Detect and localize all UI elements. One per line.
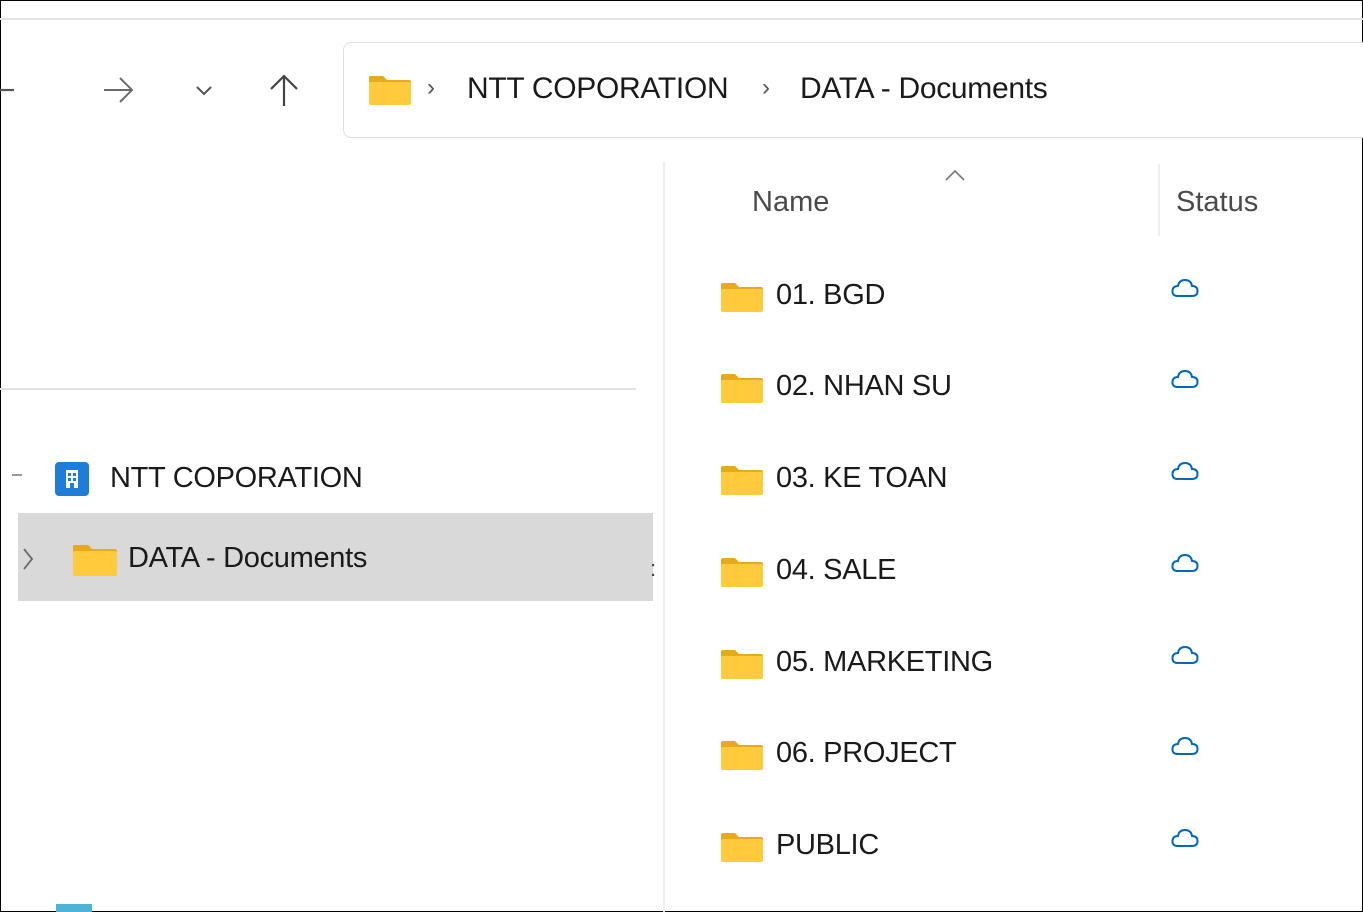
- breadcrumb-separator[interactable]: ›: [762, 74, 770, 102]
- file-name: 01. BGD: [776, 279, 886, 311]
- file-row[interactable]: 04. SALE: [700, 537, 1360, 607]
- cloud-icon: [1171, 369, 1199, 388]
- folder-icon: [721, 741, 763, 770]
- file-name: 06. PROJECT: [776, 737, 957, 769]
- sharepoint-site-icon: [55, 462, 89, 496]
- title-bar-edge: [0, 18, 1363, 20]
- file-row[interactable]: 05. MARKETING: [700, 629, 1360, 699]
- file-row[interactable]: 02. NHAN SU: [700, 353, 1360, 423]
- folder-icon: [721, 374, 763, 403]
- folder-icon: [721, 833, 763, 862]
- recent-locations-button[interactable]: [188, 74, 220, 106]
- file-row[interactable]: PUBLIC: [700, 812, 1360, 882]
- folder-icon: [721, 650, 763, 679]
- nav-item-label: DATA - Documents: [128, 542, 368, 574]
- cloud-icon: [1171, 828, 1199, 847]
- back-button[interactable]: [0, 70, 40, 110]
- file-row[interactable]: 01. BGD: [700, 262, 1360, 332]
- partial-icon: [56, 904, 92, 912]
- folder-icon: [721, 558, 763, 587]
- column-header-status[interactable]: Status: [1176, 186, 1258, 219]
- up-button[interactable]: [262, 68, 306, 112]
- breadcrumb-separator[interactable]: ›: [427, 74, 435, 102]
- file-row[interactable]: 06. PROJECT: [700, 720, 1360, 790]
- folder-icon: [73, 545, 117, 576]
- chevron-right-icon[interactable]: [20, 545, 36, 573]
- file-name: PUBLIC: [776, 829, 879, 861]
- column-header-name[interactable]: Name: [752, 186, 829, 219]
- nav-item-ntt-coporation[interactable]: NTT COPORATION: [110, 462, 363, 495]
- breadcrumb-ntt-coporation[interactable]: NTT COPORATION: [467, 72, 729, 106]
- tree-expander: [12, 474, 22, 476]
- cloud-icon: [1171, 736, 1199, 755]
- cloud-icon: [1171, 553, 1199, 572]
- folder-icon: [721, 283, 763, 312]
- column-separator[interactable]: [1158, 164, 1160, 236]
- file-name: 05. MARKETING: [776, 646, 993, 678]
- up-arrow-icon: [270, 74, 298, 106]
- file-name: 03. KE TOAN: [776, 462, 948, 494]
- chevron-down-icon: [196, 86, 212, 96]
- sort-ascending-icon: [945, 169, 965, 181]
- forward-button[interactable]: [96, 70, 140, 110]
- folder-icon: [721, 466, 763, 495]
- file-row[interactable]: 03. KE TOAN: [700, 445, 1360, 515]
- address-folder-icon: [369, 76, 411, 105]
- pane-splitter[interactable]: [663, 162, 665, 912]
- file-name: 02. NHAN SU: [776, 370, 952, 402]
- pane-resize-grip[interactable]: :: [650, 556, 656, 582]
- forward-arrow-icon: [104, 77, 134, 103]
- cloud-icon: [1171, 645, 1199, 664]
- file-name: 04. SALE: [776, 554, 897, 586]
- back-arrow-icon: [0, 88, 14, 92]
- breadcrumb-data-documents[interactable]: DATA - Documents: [800, 72, 1048, 106]
- cloud-icon: [1171, 461, 1199, 480]
- cloud-icon: [1171, 278, 1199, 297]
- nav-pane-divider: [0, 388, 636, 390]
